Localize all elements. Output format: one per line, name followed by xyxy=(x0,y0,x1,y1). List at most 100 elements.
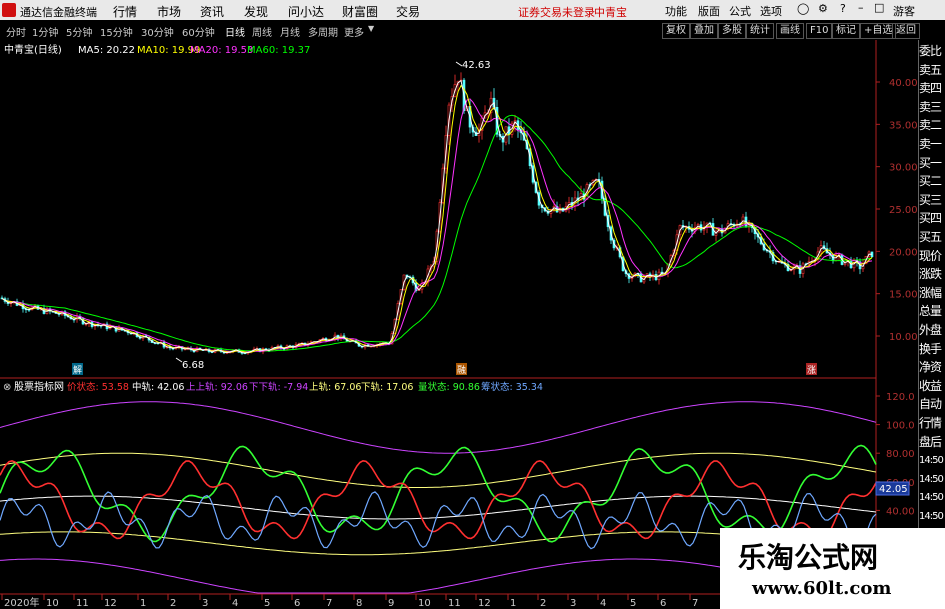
period-multi[interactable]: 多周期 xyxy=(308,24,338,39)
multi-stock-button[interactable]: 多股 xyxy=(718,23,746,39)
side-panel-item[interactable]: 14:50 xyxy=(919,453,945,468)
side-panel-item[interactable]: 买一 xyxy=(919,156,945,171)
side-panel-item[interactable]: 买四 xyxy=(919,211,945,226)
low-price-label: 6.68 xyxy=(182,360,204,371)
quote-side-panel: 委比卖五卖四卖三卖二卖一买一买二买三买四买五现价涨跌涨幅总量外盘换手净资收益自动… xyxy=(918,40,945,609)
marker-rong[interactable]: 融 xyxy=(457,365,466,376)
login-alert[interactable]: 证券交易未登录 xyxy=(518,4,595,20)
ma5-label: MA5: 20.22 xyxy=(78,45,135,56)
x-tick-label: 9 xyxy=(388,598,394,609)
x-tick-label: 10 xyxy=(46,598,59,609)
ind-tick-label: 80.00 xyxy=(886,449,915,460)
kline-chart-area[interactable]: 中青宝(日线) MA5: 20.22 MA10: 19.99 MA20: 19.… xyxy=(0,40,918,609)
side-panel-item[interactable]: 自动 xyxy=(919,397,945,412)
side-panel-item[interactable]: 卖三 xyxy=(919,100,945,115)
side-panel-item[interactable]: 盘后 xyxy=(919,435,945,450)
period-fenshi[interactable]: 分时 xyxy=(6,24,26,39)
side-panel-item[interactable]: 买二 xyxy=(919,174,945,189)
mark-button[interactable]: 标记 xyxy=(832,23,860,39)
x-tick-label: 11 xyxy=(76,598,89,609)
ind-tick-label: 120.0 xyxy=(886,392,915,403)
window-stock-name: 中青宝 xyxy=(594,6,627,19)
side-panel-item[interactable]: 收益 xyxy=(919,379,945,394)
side-panel-item[interactable]: 净资 xyxy=(919,360,945,375)
x-tick-label: 10 xyxy=(418,598,431,609)
x-tick-label: 2 xyxy=(540,598,546,609)
side-panel-item[interactable]: 买五 xyxy=(919,230,945,245)
y-tick-label: 15.00 xyxy=(889,290,918,301)
side-panel-item[interactable]: 总量 xyxy=(919,304,945,319)
side-panel-item[interactable]: 委比 xyxy=(919,44,945,59)
chevron-down-icon[interactable]: ▼ xyxy=(368,24,374,33)
menu-hangqing[interactable]: 行情 xyxy=(113,3,137,20)
x-tick-label: 12 xyxy=(478,598,491,609)
chat-icon[interactable]: ◯ xyxy=(797,2,809,15)
menu-xuanxiang[interactable]: 选项 xyxy=(760,3,782,19)
draw-button[interactable]: 画线 xyxy=(776,23,804,39)
add-watchlist-button[interactable]: +自选 xyxy=(860,23,897,39)
menu-faxian[interactable]: 发现 xyxy=(244,3,268,20)
x-tick-label: 12 xyxy=(104,598,117,609)
watermark-title: 乐淘公式网 xyxy=(738,541,879,574)
side-panel-item[interactable]: 外盘 xyxy=(919,323,945,338)
menu-shichang[interactable]: 市场 xyxy=(157,3,181,20)
gear-icon[interactable]: ⚙ xyxy=(818,2,828,15)
side-panel-item[interactable]: 14:50 xyxy=(919,509,945,524)
menu-gongshi[interactable]: 公式 xyxy=(729,3,751,19)
menu-jiaoyi[interactable]: 交易 xyxy=(396,3,420,20)
minimize-icon[interactable]: – xyxy=(858,1,864,14)
side-panel-item[interactable]: 卖五 xyxy=(919,63,945,78)
menu-wenxiaoda[interactable]: 问小达 xyxy=(288,3,324,20)
back-button[interactable]: 返回 xyxy=(892,23,920,39)
period-monthly[interactable]: 月线 xyxy=(280,24,300,39)
period-toolbar: 分时 1分钟 5分钟 15分钟 30分钟 60分钟 日线 周线 月线 多周期 更… xyxy=(0,20,945,41)
side-panel-item[interactable]: 行情 xyxy=(919,416,945,431)
side-panel-item[interactable]: 涨幅 xyxy=(919,286,945,301)
x-tick-label: 11 xyxy=(448,598,461,609)
ma60-label: MA60: 19.37 xyxy=(247,45,310,56)
side-panel-item[interactable]: 买三 xyxy=(919,193,945,208)
guest-user[interactable]: 游客 xyxy=(893,3,915,19)
x-tick-label: 2 xyxy=(170,598,176,609)
indicator-upper-band: 上轨: 67.06 xyxy=(309,381,361,393)
side-panel-item[interactable]: 换手 xyxy=(919,342,945,357)
period-daily[interactable]: 日线 xyxy=(225,24,245,39)
y-tick-label: 25.00 xyxy=(889,205,918,216)
period-60min[interactable]: 60分钟 xyxy=(182,24,215,39)
period-more[interactable]: 更多 xyxy=(344,24,364,39)
adjust-button[interactable]: 复权 xyxy=(662,23,690,39)
period-15min[interactable]: 15分钟 xyxy=(100,24,133,39)
stats-button[interactable]: 统计 xyxy=(746,23,774,39)
app-name: 通达信金融终端 xyxy=(20,6,97,19)
menu-banmian[interactable]: 版面 xyxy=(698,3,720,19)
indicator-lower-band: 下轨: 17.06 xyxy=(361,381,413,393)
side-panel-item[interactable]: 卖四 xyxy=(919,81,945,96)
help-icon[interactable]: ? xyxy=(840,2,846,15)
period-30min[interactable]: 30分钟 xyxy=(141,24,174,39)
side-panel-item[interactable]: 14:50 xyxy=(919,490,945,505)
marker-jie[interactable]: 解 xyxy=(73,364,82,376)
x-tick-label: 1 xyxy=(510,598,516,609)
indicator-name[interactable]: 股票指标网 xyxy=(14,380,64,393)
watermark: 乐淘公式网 www.60lt.com xyxy=(720,528,945,609)
side-panel-item[interactable]: 14:50 xyxy=(919,472,945,487)
side-panel-item[interactable]: 卖一 xyxy=(919,137,945,152)
side-panel-item[interactable]: 涨跌 xyxy=(919,267,945,282)
y-tick-label: 20.00 xyxy=(889,247,918,258)
side-panel-item[interactable]: 现价 xyxy=(919,249,945,264)
menu-gongneng[interactable]: 功能 xyxy=(665,3,687,19)
menu-zixun[interactable]: 资讯 xyxy=(200,3,224,20)
indicator-close-icon[interactable]: ⊗ xyxy=(3,382,11,393)
side-panel-item[interactable]: 卖二 xyxy=(919,118,945,133)
y-tick-label: 40.00 xyxy=(889,78,918,89)
period-weekly[interactable]: 周线 xyxy=(252,24,272,39)
overlay-button[interactable]: 叠加 xyxy=(690,23,718,39)
maximize-icon[interactable]: □ xyxy=(874,1,884,14)
marker-zhang[interactable]: 涨 xyxy=(807,365,816,376)
x-tick-label: 7 xyxy=(326,598,332,609)
f10-button[interactable]: F10 xyxy=(806,23,833,39)
y-tick-label: 10.00 xyxy=(889,332,918,343)
period-5min[interactable]: 5分钟 xyxy=(66,24,92,39)
period-1min[interactable]: 1分钟 xyxy=(32,24,58,39)
menu-caifuquan[interactable]: 财富圈 xyxy=(342,3,378,20)
